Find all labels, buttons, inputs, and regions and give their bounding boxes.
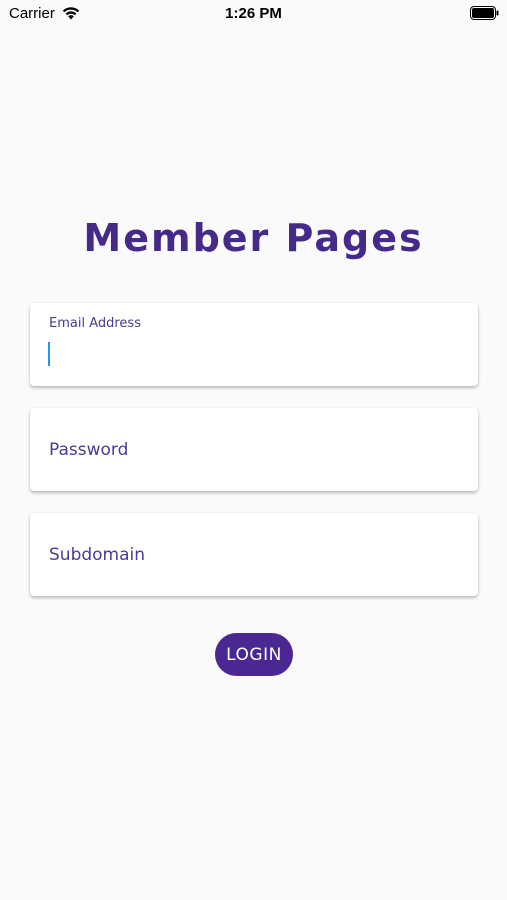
page-title: Member Pages: [83, 216, 424, 260]
status-time: 1:26 PM: [225, 5, 282, 22]
email-input[interactable]: [49, 339, 459, 369]
battery-full-icon: [470, 6, 499, 20]
password-field[interactable]: Password: [30, 408, 478, 491]
status-bar: Carrier 1:26 PM: [0, 0, 507, 28]
email-field-label: Email Address: [49, 316, 141, 331]
subdomain-field[interactable]: Subdomain: [30, 513, 478, 596]
login-screen: Carrier 1:26 PM Member Pages Email Addre…: [0, 0, 507, 900]
password-placeholder: Password: [49, 440, 129, 460]
email-field[interactable]: Email Address: [30, 303, 478, 386]
subdomain-placeholder: Subdomain: [49, 545, 146, 565]
login-button[interactable]: LOGIN: [215, 633, 293, 676]
